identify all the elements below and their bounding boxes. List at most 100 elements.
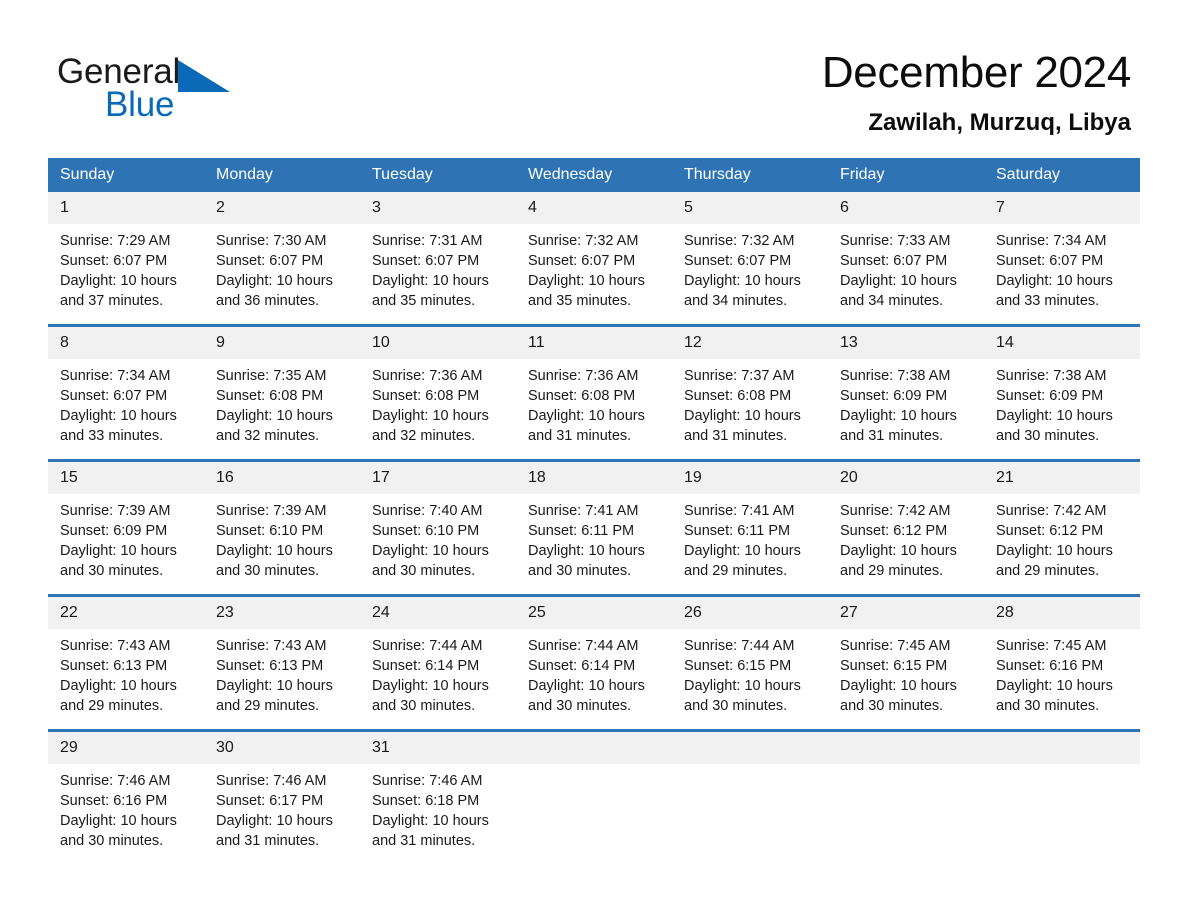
daylight-text-line1: Daylight: 10 hours xyxy=(996,273,1113,289)
sunrise-text: Sunrise: 7:46 AM xyxy=(372,773,483,789)
sunset-text: Sunset: 6:11 PM xyxy=(528,523,635,539)
sunrise-text: Sunrise: 7:45 AM xyxy=(996,638,1107,654)
daylight-text-line2: and 32 minutes. xyxy=(372,428,476,444)
calendar-day-cell[interactable]: 17 Sunrise: 7:40 AM Sunset: 6:10 PM Dayligh… xyxy=(360,459,516,596)
generalblue-logo[interactable]: General Blue xyxy=(57,52,317,128)
calendar-day-cell[interactable]: 31 Sunrise: 7:46 AM Sunset: 6:18 PM Dayligh… xyxy=(360,729,516,864)
calendar-day-cell[interactable]: 1 Sunrise: 7:29 AM Sunset: 6:07 PM Daylight… xyxy=(48,192,204,326)
sunrise-text: Sunrise: 7:32 AM xyxy=(528,233,639,249)
calendar-day-cell[interactable]: 19 Sunrise: 7:41 AM Sunset: 6:11 PM Dayligh… xyxy=(672,459,828,596)
day-details: Sunrise: 7:33 AM Sunset: 6:07 PM Daylight:… xyxy=(828,224,984,311)
calendar-day-cell[interactable]: 11 Sunrise: 7:36 AM Sunset: 6:08 PM Dayligh… xyxy=(516,324,672,461)
day-details: Sunrise: 7:31 AM Sunset: 6:07 PM Daylight:… xyxy=(360,224,516,311)
day-number: 9 xyxy=(204,327,360,359)
day-number: 3 xyxy=(360,192,516,224)
daylight-text-line2: and 30 minutes. xyxy=(216,563,320,579)
day-number: 22 xyxy=(48,597,204,629)
calendar-day-cell[interactable]: 22 Sunrise: 7:43 AM Sunset: 6:13 PM Dayligh… xyxy=(48,594,204,731)
day-details: Sunrise: 7:44 AM Sunset: 6:15 PM Daylight:… xyxy=(672,629,828,716)
calendar-day-cell[interactable]: 5 Sunrise: 7:32 AM Sunset: 6:07 PM Daylight… xyxy=(672,192,828,326)
title-block: December 2024 Zawilah, Murzuq, Libya xyxy=(822,46,1131,138)
sunset-text: Sunset: 6:15 PM xyxy=(684,658,792,674)
calendar-day-cell[interactable]: 23 Sunrise: 7:43 AM Sunset: 6:13 PM Dayligh… xyxy=(204,594,360,731)
sunset-text: Sunset: 6:07 PM xyxy=(372,253,480,269)
sunset-text: Sunset: 6:10 PM xyxy=(216,523,324,539)
calendar-day-cell[interactable]: 21 Sunrise: 7:42 AM Sunset: 6:12 PM Dayligh… xyxy=(984,459,1140,596)
day-details: Sunrise: 7:44 AM Sunset: 6:14 PM Daylight:… xyxy=(360,629,516,716)
sunrise-text: Sunrise: 7:35 AM xyxy=(216,368,327,384)
sunset-text: Sunset: 6:14 PM xyxy=(528,658,636,674)
logo-triangle-icon xyxy=(178,60,231,97)
calendar-day-cell[interactable]: 20 Sunrise: 7:42 AM Sunset: 6:12 PM Dayligh… xyxy=(828,459,984,596)
calendar-day-cell[interactable]: 14 Sunrise: 7:38 AM Sunset: 6:09 PM Dayligh… xyxy=(984,324,1140,461)
sunrise-text: Sunrise: 7:46 AM xyxy=(60,773,171,789)
page-title: December 2024 xyxy=(821,48,1131,97)
sunrise-text: Sunrise: 7:39 AM xyxy=(216,503,327,519)
day-number: 28 xyxy=(984,597,1140,629)
calendar-day-cell[interactable]: 13 Sunrise: 7:38 AM Sunset: 6:09 PM Dayligh… xyxy=(828,324,984,461)
calendar-cell-empty xyxy=(828,729,984,864)
daylight-text-line2: and 31 minutes. xyxy=(216,833,320,849)
calendar-day-cell[interactable]: 29 Sunrise: 7:46 AM Sunset: 6:16 PM Dayligh… xyxy=(48,729,204,864)
sunset-text: Sunset: 6:11 PM xyxy=(684,523,791,539)
daylight-text-line2: and 34 minutes. xyxy=(684,293,788,309)
daylight-text-line1: Daylight: 10 hours xyxy=(996,408,1113,424)
calendar-day-cell[interactable]: 26 Sunrise: 7:44 AM Sunset: 6:15 PM Dayligh… xyxy=(672,594,828,731)
calendar-day-cell[interactable]: 30 Sunrise: 7:46 AM Sunset: 6:17 PM Dayligh… xyxy=(204,729,360,864)
daylight-text-line2: and 31 minutes. xyxy=(840,428,944,444)
calendar-day-cell[interactable]: 4 Sunrise: 7:32 AM Sunset: 6:07 PM Daylight… xyxy=(516,192,672,326)
calendar-day-cell[interactable]: 8 Sunrise: 7:34 AM Sunset: 6:07 PM Daylight… xyxy=(48,324,204,461)
daylight-text-line2: and 29 minutes. xyxy=(840,563,944,579)
calendar-day-cell[interactable]: 15 Sunrise: 7:39 AM Sunset: 6:09 PM Dayligh… xyxy=(48,459,204,596)
sunrise-text: Sunrise: 7:39 AM xyxy=(60,503,171,519)
day-number: 14 xyxy=(984,327,1140,359)
daylight-text-line1: Daylight: 10 hours xyxy=(996,678,1113,694)
day-number: 21 xyxy=(984,462,1140,494)
day-number: 18 xyxy=(516,462,672,494)
day-number: 6 xyxy=(828,192,984,224)
sunrise-text: Sunrise: 7:41 AM xyxy=(528,503,639,519)
sunrise-text: Sunrise: 7:32 AM xyxy=(684,233,795,249)
calendar-week-row: 22 Sunrise: 7:43 AM Sunset: 6:13 PM Dayligh… xyxy=(48,594,1140,731)
daylight-text-line2: and 34 minutes. xyxy=(840,293,944,309)
daylight-text-line1: Daylight: 10 hours xyxy=(372,408,489,424)
daylight-text-line1: Daylight: 10 hours xyxy=(684,273,801,289)
day-number: 23 xyxy=(204,597,360,629)
calendar-header-row: Sunday Monday Tuesday Wednesday Thursday… xyxy=(48,158,1140,192)
sunset-text: Sunset: 6:15 PM xyxy=(840,658,948,674)
day-number: 24 xyxy=(360,597,516,629)
day-details: Sunrise: 7:45 AM Sunset: 6:15 PM Daylight:… xyxy=(828,629,984,716)
sunset-text: Sunset: 6:07 PM xyxy=(60,253,168,269)
daylight-text-line1: Daylight: 10 hours xyxy=(60,408,177,424)
day-number: 2 xyxy=(204,192,360,224)
calendar-day-cell[interactable]: 10 Sunrise: 7:36 AM Sunset: 6:08 PM Dayligh… xyxy=(360,324,516,461)
calendar-week-row: 15 Sunrise: 7:39 AM Sunset: 6:09 PM Dayligh… xyxy=(48,459,1140,596)
calendar-day-cell[interactable]: 9 Sunrise: 7:35 AM Sunset: 6:08 PM Daylight… xyxy=(204,324,360,461)
sunrise-text: Sunrise: 7:34 AM xyxy=(996,233,1107,249)
daylight-text-line2: and 36 minutes. xyxy=(216,293,320,309)
daylight-text-line1: Daylight: 10 hours xyxy=(216,543,333,559)
calendar-day-cell[interactable]: 25 Sunrise: 7:44 AM Sunset: 6:14 PM Dayligh… xyxy=(516,594,672,731)
calendar-day-cell[interactable]: 28 Sunrise: 7:45 AM Sunset: 6:16 PM Dayligh… xyxy=(984,594,1140,731)
sunrise-text: Sunrise: 7:43 AM xyxy=(60,638,171,654)
calendar-day-cell[interactable]: 27 Sunrise: 7:45 AM Sunset: 6:15 PM Dayligh… xyxy=(828,594,984,731)
calendar-day-cell[interactable]: 3 Sunrise: 7:31 AM Sunset: 6:07 PM Daylight… xyxy=(360,192,516,326)
weekday-header-monday: Monday xyxy=(204,158,360,192)
daylight-text-line1: Daylight: 10 hours xyxy=(372,543,489,559)
day-number: 17 xyxy=(360,462,516,494)
calendar-day-cell[interactable]: 2 Sunrise: 7:30 AM Sunset: 6:07 PM Daylight… xyxy=(204,192,360,326)
daylight-text-line1: Daylight: 10 hours xyxy=(216,678,333,694)
calendar-day-cell[interactable]: 24 Sunrise: 7:44 AM Sunset: 6:14 PM Dayligh… xyxy=(360,594,516,731)
day-number xyxy=(516,732,672,764)
calendar-day-cell[interactable]: 6 Sunrise: 7:33 AM Sunset: 6:07 PM Daylight… xyxy=(828,192,984,326)
calendar-day-cell[interactable]: 18 Sunrise: 7:41 AM Sunset: 6:11 PM Dayligh… xyxy=(516,459,672,596)
daylight-text-line1: Daylight: 10 hours xyxy=(216,273,333,289)
calendar-day-cell[interactable]: 16 Sunrise: 7:39 AM Sunset: 6:10 PM Dayligh… xyxy=(204,459,360,596)
day-details: Sunrise: 7:36 AM Sunset: 6:08 PM Daylight:… xyxy=(516,359,672,446)
daylight-text-line2: and 31 minutes. xyxy=(528,428,632,444)
sunrise-text: Sunrise: 7:38 AM xyxy=(840,368,951,384)
sunrise-text: Sunrise: 7:43 AM xyxy=(216,638,327,654)
calendar-day-cell[interactable]: 12 Sunrise: 7:37 AM Sunset: 6:08 PM Dayligh… xyxy=(672,324,828,461)
day-number: 1 xyxy=(48,192,204,224)
calendar-day-cell[interactable]: 7 Sunrise: 7:34 AM Sunset: 6:07 PM Daylight… xyxy=(984,192,1140,326)
